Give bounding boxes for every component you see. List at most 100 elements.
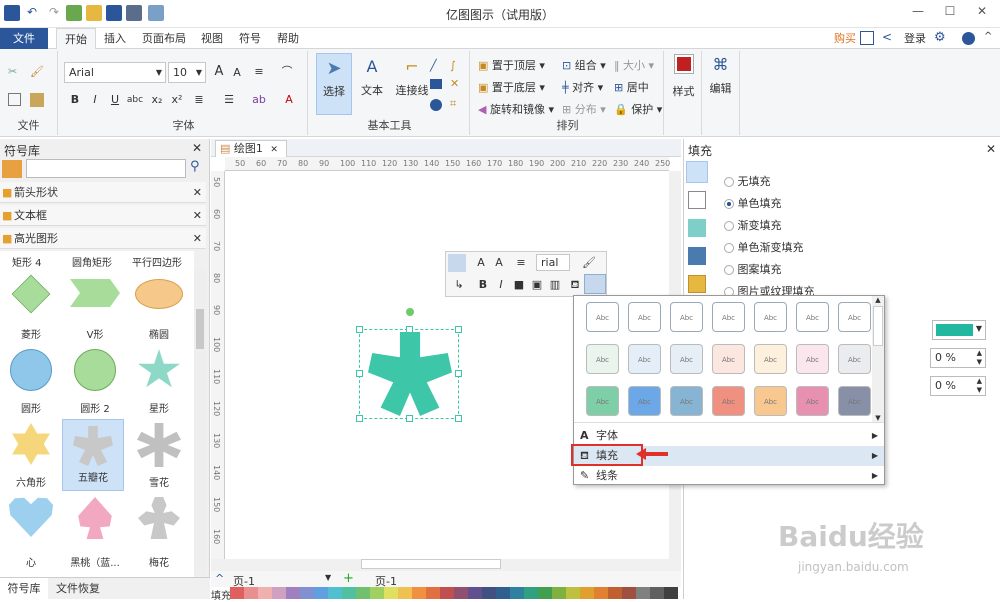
palette-swatch[interactable] [608, 587, 622, 599]
quick-style-swatch[interactable]: Abc [838, 344, 871, 374]
gallery-scrollbar[interactable]: ▲ ▼ [872, 296, 884, 422]
palette-swatch[interactable] [244, 587, 258, 599]
style-button[interactable]: 样式 [666, 51, 702, 135]
cut-icon[interactable]: ✂ [8, 65, 17, 78]
fill-bucket-icon[interactable]: ⛾ [566, 276, 584, 294]
resize-handle[interactable] [455, 415, 462, 422]
line-spacing-icon[interactable]: ⌒ [278, 63, 296, 81]
palette-swatch[interactable] [384, 587, 398, 599]
indent-icon[interactable]: ≣ [190, 91, 208, 109]
palette-swatch[interactable] [650, 587, 664, 599]
canvas-horizontal-scrollbar[interactable] [211, 559, 681, 571]
resize-handle[interactable] [406, 415, 413, 422]
quick-style-swatch[interactable]: Abc [670, 302, 703, 332]
menu-item-fill[interactable]: ⛾ 填充 ▶ [571, 444, 884, 466]
rotate-handle[interactable] [406, 308, 414, 316]
shape-item[interactable]: 星形 [128, 349, 190, 423]
quick-style-swatch[interactable]: Abc [754, 344, 787, 374]
quick-style-swatch[interactable]: Abc [838, 386, 871, 416]
library-menu-icon[interactable] [2, 160, 22, 178]
send-back-button[interactable]: ▣ 置于底层 ▾ [478, 79, 545, 95]
rotate-mirror-button[interactable]: ◀ 旋转和镜像 ▾ [478, 101, 554, 117]
close-icon[interactable]: ✕ [193, 205, 202, 226]
connector-icon[interactable]: ↳ [450, 276, 468, 294]
scrollbar-thumb[interactable] [361, 559, 501, 569]
format-painter-icon[interactable]: 🖌 [30, 65, 44, 78]
shape-style-icon[interactable]: ■ [510, 276, 528, 294]
center-button[interactable]: ⊞ 居中 [614, 79, 649, 95]
quick-style-swatch[interactable]: Abc [628, 344, 661, 374]
add-page-icon[interactable]: + [343, 571, 354, 586]
close-icon[interactable]: ✕ [193, 182, 202, 203]
tab-page-layout[interactable]: 页面布局 [134, 28, 194, 49]
style-dropdown-button[interactable] [584, 274, 606, 294]
highlight-icon[interactable]: ab [250, 91, 268, 109]
selection-box[interactable] [356, 308, 462, 422]
palette-swatch[interactable] [272, 587, 286, 599]
distribute-button[interactable]: ⊞ 分布 ▾ [562, 101, 606, 117]
shadow-tab-icon[interactable] [688, 219, 706, 237]
option-solid-fill[interactable]: 单色填充 [724, 195, 782, 211]
image-tab-icon[interactable] [688, 247, 706, 265]
quick-style-swatch[interactable]: Abc [586, 386, 619, 416]
scrollbar-thumb[interactable] [196, 309, 204, 349]
tab-file[interactable]: 文件 [0, 28, 48, 49]
spinner-icon[interactable]: ▲ ▼ [977, 349, 982, 367]
close-window-button[interactable]: ✕ [968, 4, 996, 22]
menu-item-font[interactable]: A 字体 ▶ [574, 426, 884, 446]
quick-style-swatch[interactable]: Abc [796, 386, 829, 416]
palette-swatch[interactable] [328, 587, 342, 599]
radio[interactable] [724, 177, 734, 187]
copy-style-icon[interactable]: ▣ [528, 276, 546, 294]
library-scrollbar[interactable] [194, 269, 206, 575]
section-textbox[interactable]: ■ 文本框 ✕ [0, 205, 206, 226]
radio[interactable] [724, 243, 734, 253]
tab-home[interactable]: 开始 [56, 28, 96, 49]
resize-handle[interactable] [455, 326, 462, 333]
shrink-font-button[interactable]: A [490, 254, 508, 272]
minimize-button[interactable]: — [904, 4, 932, 22]
quick-style-swatch[interactable]: Abc [754, 386, 787, 416]
close-icon[interactable]: ✕ [986, 142, 996, 156]
buy-link[interactable]: 购买 [826, 28, 864, 49]
palette-swatch[interactable] [370, 587, 384, 599]
shape-item[interactable]: 椭圆 [128, 275, 190, 349]
bold-button[interactable]: B [66, 91, 84, 109]
format-painter-icon[interactable]: 🖌 [580, 254, 598, 272]
quick-style-swatch[interactable]: Abc [754, 302, 787, 332]
quick-style-swatch[interactable]: Abc [670, 386, 703, 416]
menu-item-line[interactable]: ✎ 线条 ▶ [574, 466, 884, 486]
brightness-input[interactable]: 0 % ▲ ▼ [930, 376, 986, 396]
subscript-button[interactable]: x₂ [148, 91, 166, 109]
font-color-button[interactable]: A [280, 91, 298, 109]
text-tool-button[interactable]: A 文本 [354, 53, 390, 115]
option-no-fill[interactable]: 无填充 [724, 173, 771, 189]
palette-swatch[interactable] [342, 587, 356, 599]
cross-tool-icon[interactable]: ✕ [450, 77, 459, 90]
font-name-select[interactable]: Arial ▼ [64, 62, 166, 83]
bullets-icon[interactable]: ☰ [220, 91, 238, 109]
edit-button[interactable]: ⌘ 编辑 [702, 51, 740, 135]
arrange-icon[interactable]: ▥ [546, 276, 564, 294]
shape-item[interactable]: 黑桃（蓝... [64, 497, 126, 571]
shape-item[interactable]: 梅花 [128, 497, 190, 571]
group-button[interactable]: ⊡ 组合 ▾ [562, 57, 606, 73]
shape-item[interactable]: 心 [0, 497, 62, 571]
tab-symbol-library[interactable]: 符号库 [0, 578, 48, 600]
align-icon[interactable]: ≡ [512, 254, 530, 272]
close-icon[interactable]: ✕ [192, 141, 202, 155]
palette-swatch[interactable] [566, 587, 580, 599]
shape-item[interactable]: V形 [64, 275, 126, 349]
line-tab-icon[interactable] [688, 191, 706, 209]
transparency-input[interactable]: 0 % ▲ ▼ [930, 348, 986, 368]
chevron-up-icon[interactable]: ▲ [872, 296, 884, 304]
palette-swatch[interactable] [482, 587, 496, 599]
palette-swatch[interactable] [398, 587, 412, 599]
strikethrough-button[interactable]: abc [126, 91, 144, 109]
palette-swatch[interactable] [300, 587, 314, 599]
color-palette[interactable] [230, 587, 680, 599]
mini-font-select[interactable]: rial [536, 254, 570, 271]
align-icon[interactable]: ≡ [250, 63, 268, 81]
radio-selected[interactable] [724, 199, 734, 209]
fill-color-picker[interactable]: ▼ [932, 320, 986, 340]
